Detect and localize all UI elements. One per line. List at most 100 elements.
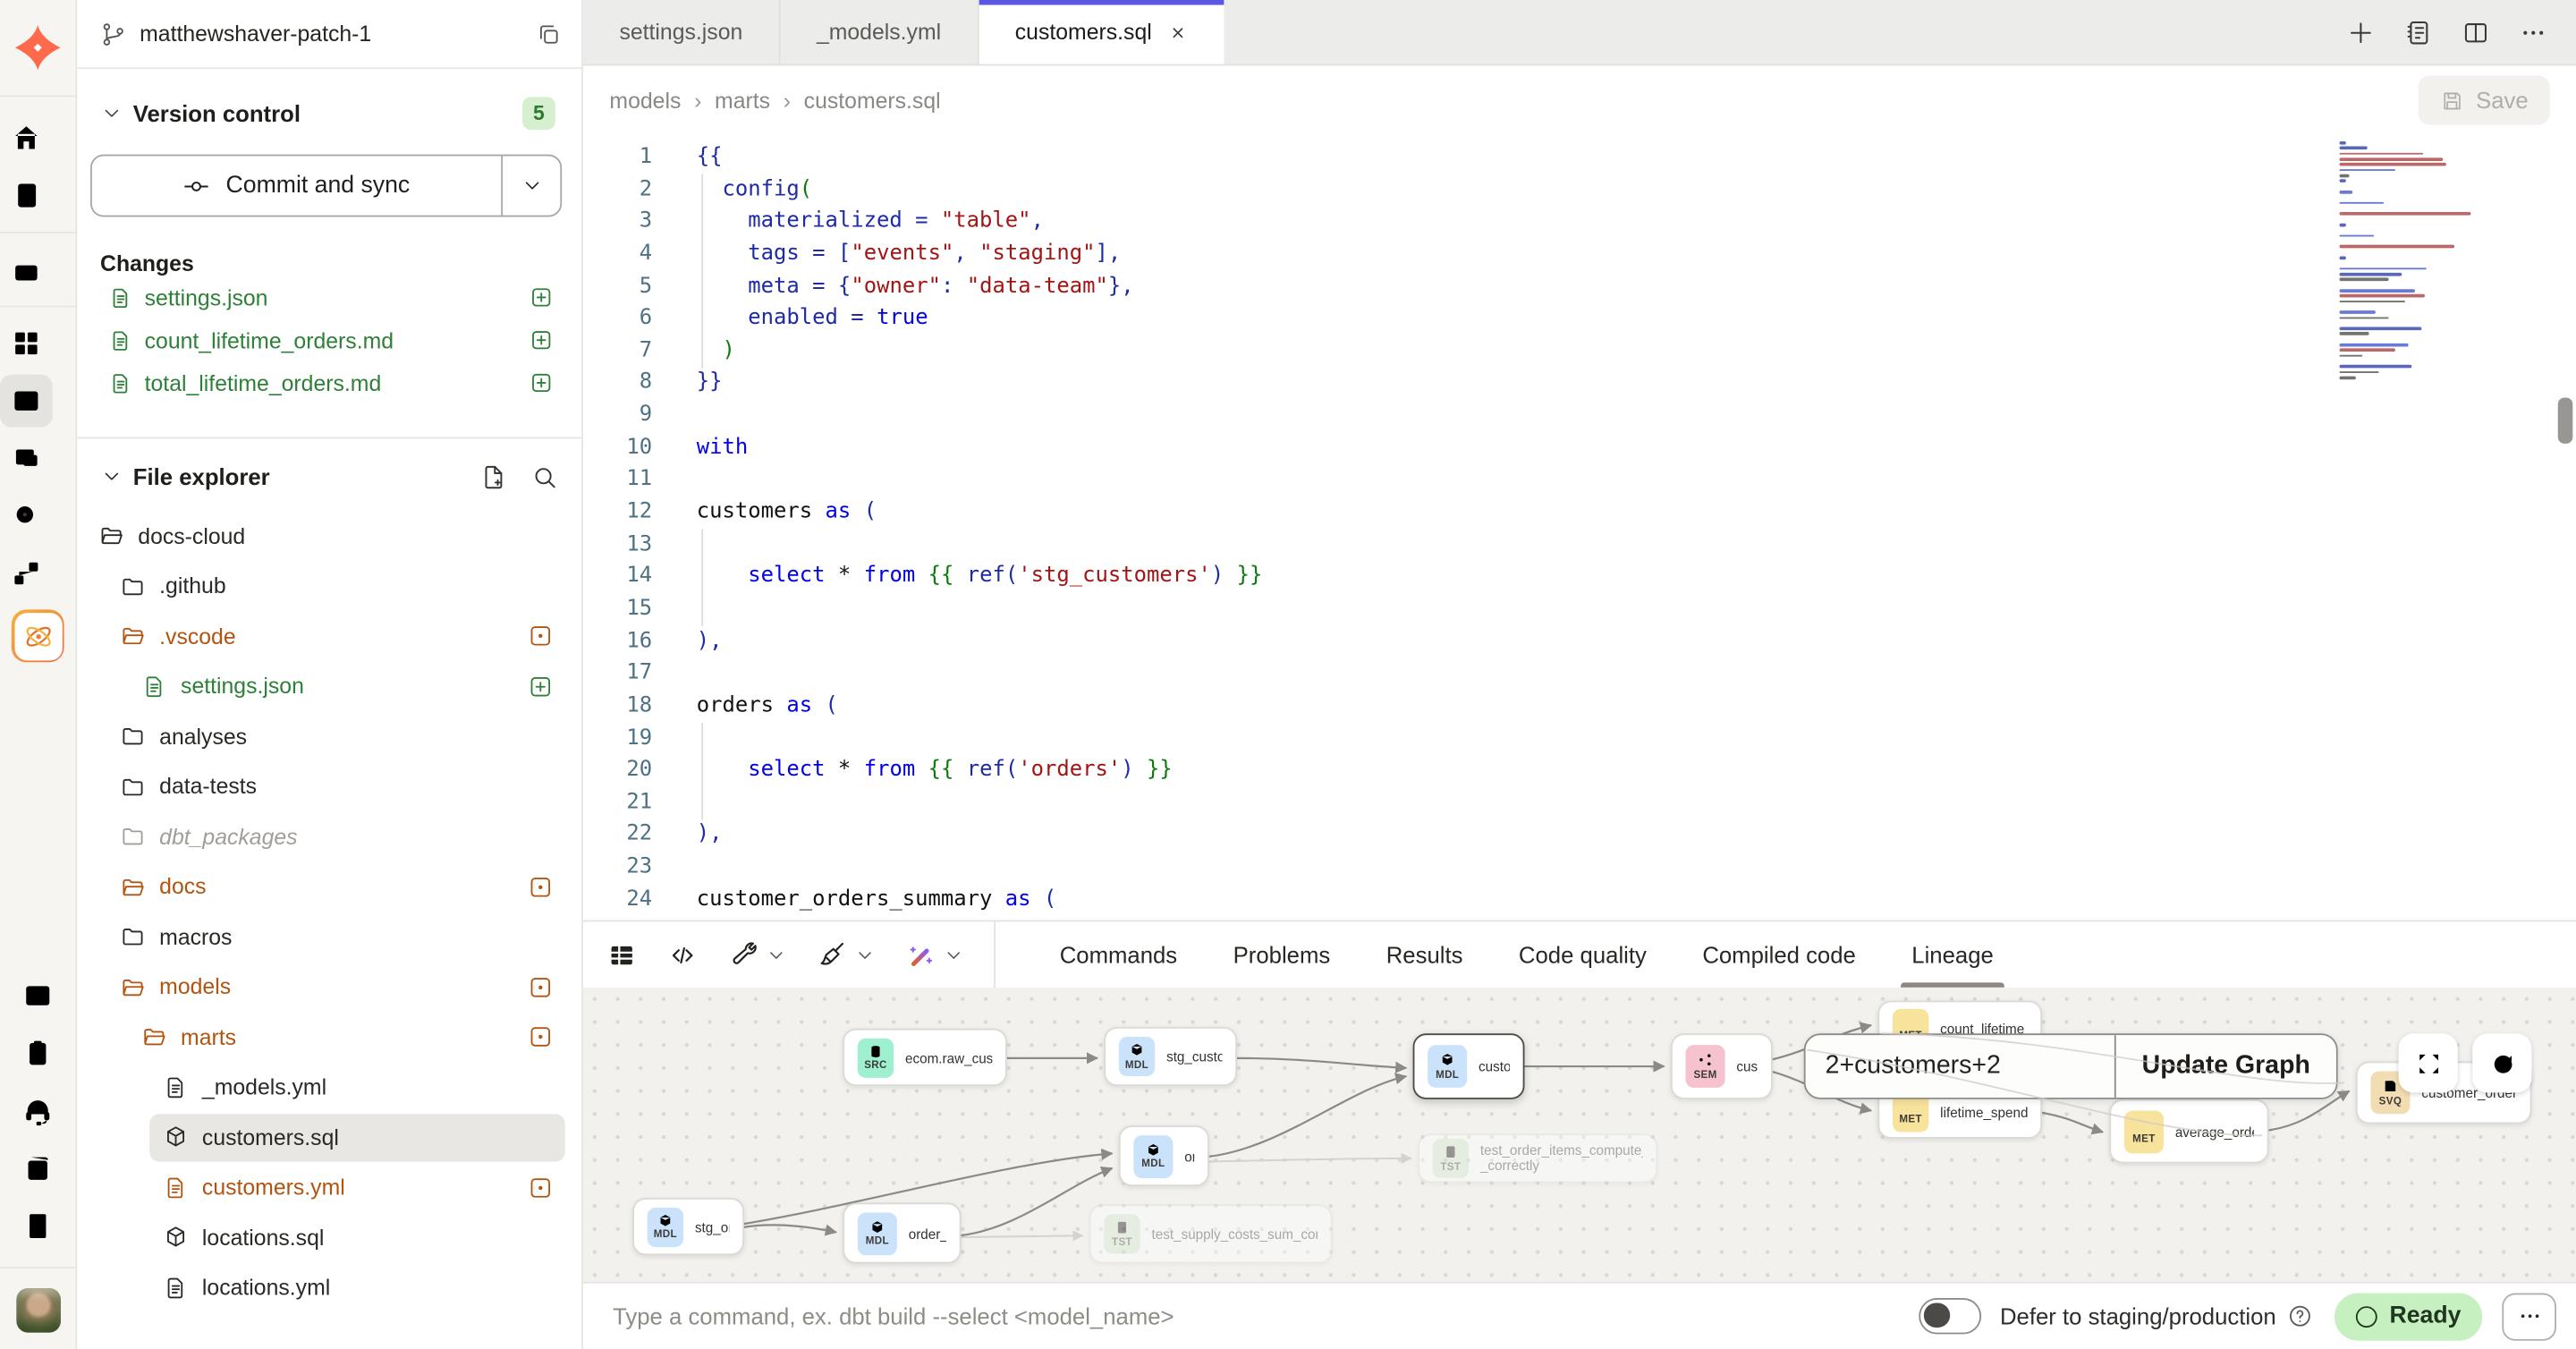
sem-badge: SEM [1685,1045,1724,1088]
user-avatar[interactable] [15,1288,60,1333]
tab--models-yml[interactable]: _models.yml [781,0,979,64]
help-icon[interactable] [2288,1303,2314,1329]
lineage-node-tst-supply[interactable]: TSTtest_supply_costs_sum_correctly [1089,1204,1333,1263]
clipboard-icon[interactable] [12,1027,64,1080]
copy-icon[interactable] [536,21,562,47]
lineage-selector-input[interactable] [1806,1035,2114,1098]
copies-icon[interactable] [0,243,52,296]
split-editor-icon[interactable] [2461,17,2490,47]
lineage-node-stg-orders[interactable]: MDLstg_orders [632,1198,744,1255]
modified-badge-icon[interactable] [528,624,554,649]
dbt-copilot-button[interactable] [12,609,64,662]
notebook-icon[interactable] [0,169,52,222]
changed-file-row[interactable]: settings.json [77,276,581,319]
panel-tab-code-quality[interactable]: Code quality [1491,921,1674,987]
tree-item-locations-sql[interactable]: locations.sql [77,1213,581,1263]
added-badge-icon[interactable] [528,674,554,700]
breadcrumb-item[interactable]: customers.sql [804,88,941,113]
dbt-logo-icon[interactable] [10,20,65,75]
update-graph-button[interactable]: Update Graph [2114,1035,2336,1098]
branch-row[interactable]: matthewshaver-patch-1 [77,0,581,69]
code-editor[interactable]: 1{{2 config(3 materialized = "table",4 t… [583,135,2576,921]
cleanup-tools-group[interactable] [817,939,876,971]
building-icon[interactable] [12,1200,64,1252]
frame-dashed-icon[interactable] [0,432,52,485]
modified-badge-icon[interactable] [528,1024,554,1050]
search-icon[interactable] [530,462,558,490]
commit-and-sync-button[interactable]: Commit and sync [90,155,562,217]
tree-item-docs-cloud[interactable]: docs-cloud [77,511,581,561]
file-explorer-header[interactable]: File explorer [77,455,581,498]
terminal-icon[interactable] [12,970,64,1022]
modified-badge-icon[interactable] [528,974,554,1000]
changed-file-row[interactable]: count_lifetime_orders.md [77,318,581,361]
ai-wand-group[interactable] [905,939,964,971]
fullscreen-button[interactable] [2399,1033,2458,1092]
tree-item--models-yml[interactable]: _models.yml [77,1062,581,1112]
tab-settings-json[interactable]: settings.json [583,0,780,64]
lineage-node-avg-order-value[interactable]: METaverage_order_value [2109,1099,2268,1164]
code-view-icon[interactable] [667,939,699,971]
build-tools-group[interactable] [728,939,787,971]
lineage-node-tst-bools[interactable]: TSTtest_order_items_compute_to_bools _co… [1418,1133,1657,1183]
tree-item-data-tests[interactable]: data-tests [77,761,581,811]
tree-item-settings-json[interactable]: settings.json [77,661,581,711]
tree-item-customers-yml[interactable]: customers.yml [77,1162,581,1212]
version-control-header[interactable]: Version control 5 [77,94,581,133]
lineage-search-box[interactable]: Update Graph [1804,1033,2338,1099]
panel-tab-problems[interactable]: Problems [1205,921,1358,987]
results-table-icon[interactable] [606,939,638,971]
tree-item-customers-sql[interactable]: customers.sql [77,1112,581,1162]
stage-plus-icon[interactable] [529,285,554,310]
command-input[interactable] [609,1302,1919,1331]
grid-icon[interactable] [0,317,52,369]
refresh-button[interactable] [2472,1033,2531,1092]
close-icon[interactable] [1168,22,1188,42]
new-tab-icon[interactable] [2346,17,2376,47]
tree-item-analyses[interactable]: analyses [77,711,581,761]
lineage-node-customers-sem[interactable]: SEMcustomers [1671,1033,1773,1099]
home-icon[interactable] [0,112,52,165]
panel-tab-results[interactable]: Results [1358,921,1490,987]
lineage-node-raw-customers[interactable]: SRCecom.raw_customers [843,1029,1007,1086]
modified-badge-icon[interactable] [528,1175,554,1201]
lineage-node-orders[interactable]: MDLorders [1119,1125,1209,1186]
tree-item-docs[interactable]: docs [77,861,581,912]
search-status-icon[interactable] [0,489,52,542]
changed-file-row[interactable]: total_lifetime_orders.md [77,361,581,404]
panel-tab-compiled-code[interactable]: Compiled code [1674,921,1884,987]
breadcrumb-item[interactable]: marts [715,88,770,113]
tab-customers-sql[interactable]: customers.sql [979,0,1224,64]
panel-tab-lineage[interactable]: Lineage [1884,921,2021,987]
stage-plus-icon[interactable] [529,327,554,352]
stage-plus-icon[interactable] [529,370,554,395]
lineage-node-customers-mdl[interactable]: MDLcustomers [1413,1033,1525,1099]
tree-item-marts[interactable]: marts [77,1012,581,1062]
tree-item-locations-yml[interactable]: locations.yml [77,1263,581,1313]
status-badge[interactable]: Ready [2335,1293,2482,1340]
workflow-icon[interactable] [0,547,52,600]
notebook-icon[interactable] [2403,17,2433,47]
lineage-node-stg-customers[interactable]: MDLstg_customers [1104,1027,1237,1086]
tree-item-macros[interactable]: macros [77,912,581,962]
tree-item--github[interactable]: .github [77,561,581,611]
commit-options-caret[interactable] [501,156,560,215]
headset-icon[interactable] [12,1084,64,1137]
lineage-node-order-items[interactable]: MDLorder_items [843,1202,961,1263]
panel-tab-commands[interactable]: Commands [1031,921,1205,987]
new-file-icon[interactable] [479,462,507,490]
book-icon[interactable] [12,1142,64,1195]
line-number: 1 [583,141,652,174]
defer-toggle[interactable] [1919,1298,1982,1334]
save-button[interactable]: Save [2419,75,2550,124]
breadcrumb-item[interactable]: models [609,88,681,113]
tree-item--vscode[interactable]: .vscode [77,611,581,661]
more-icon[interactable] [2519,17,2548,47]
more-options-button[interactable] [2502,1293,2556,1340]
tree-item-models[interactable]: models [77,962,581,1012]
toolbar-divider [994,921,996,987]
code-window-icon[interactable] [0,375,52,428]
lineage-canvas[interactable]: SRCecom.raw_customers MDLstg_customers MDL… [583,988,2576,1282]
modified-badge-icon[interactable] [528,874,554,900]
tree-item-dbt-packages[interactable]: dbt_packages [77,811,581,861]
